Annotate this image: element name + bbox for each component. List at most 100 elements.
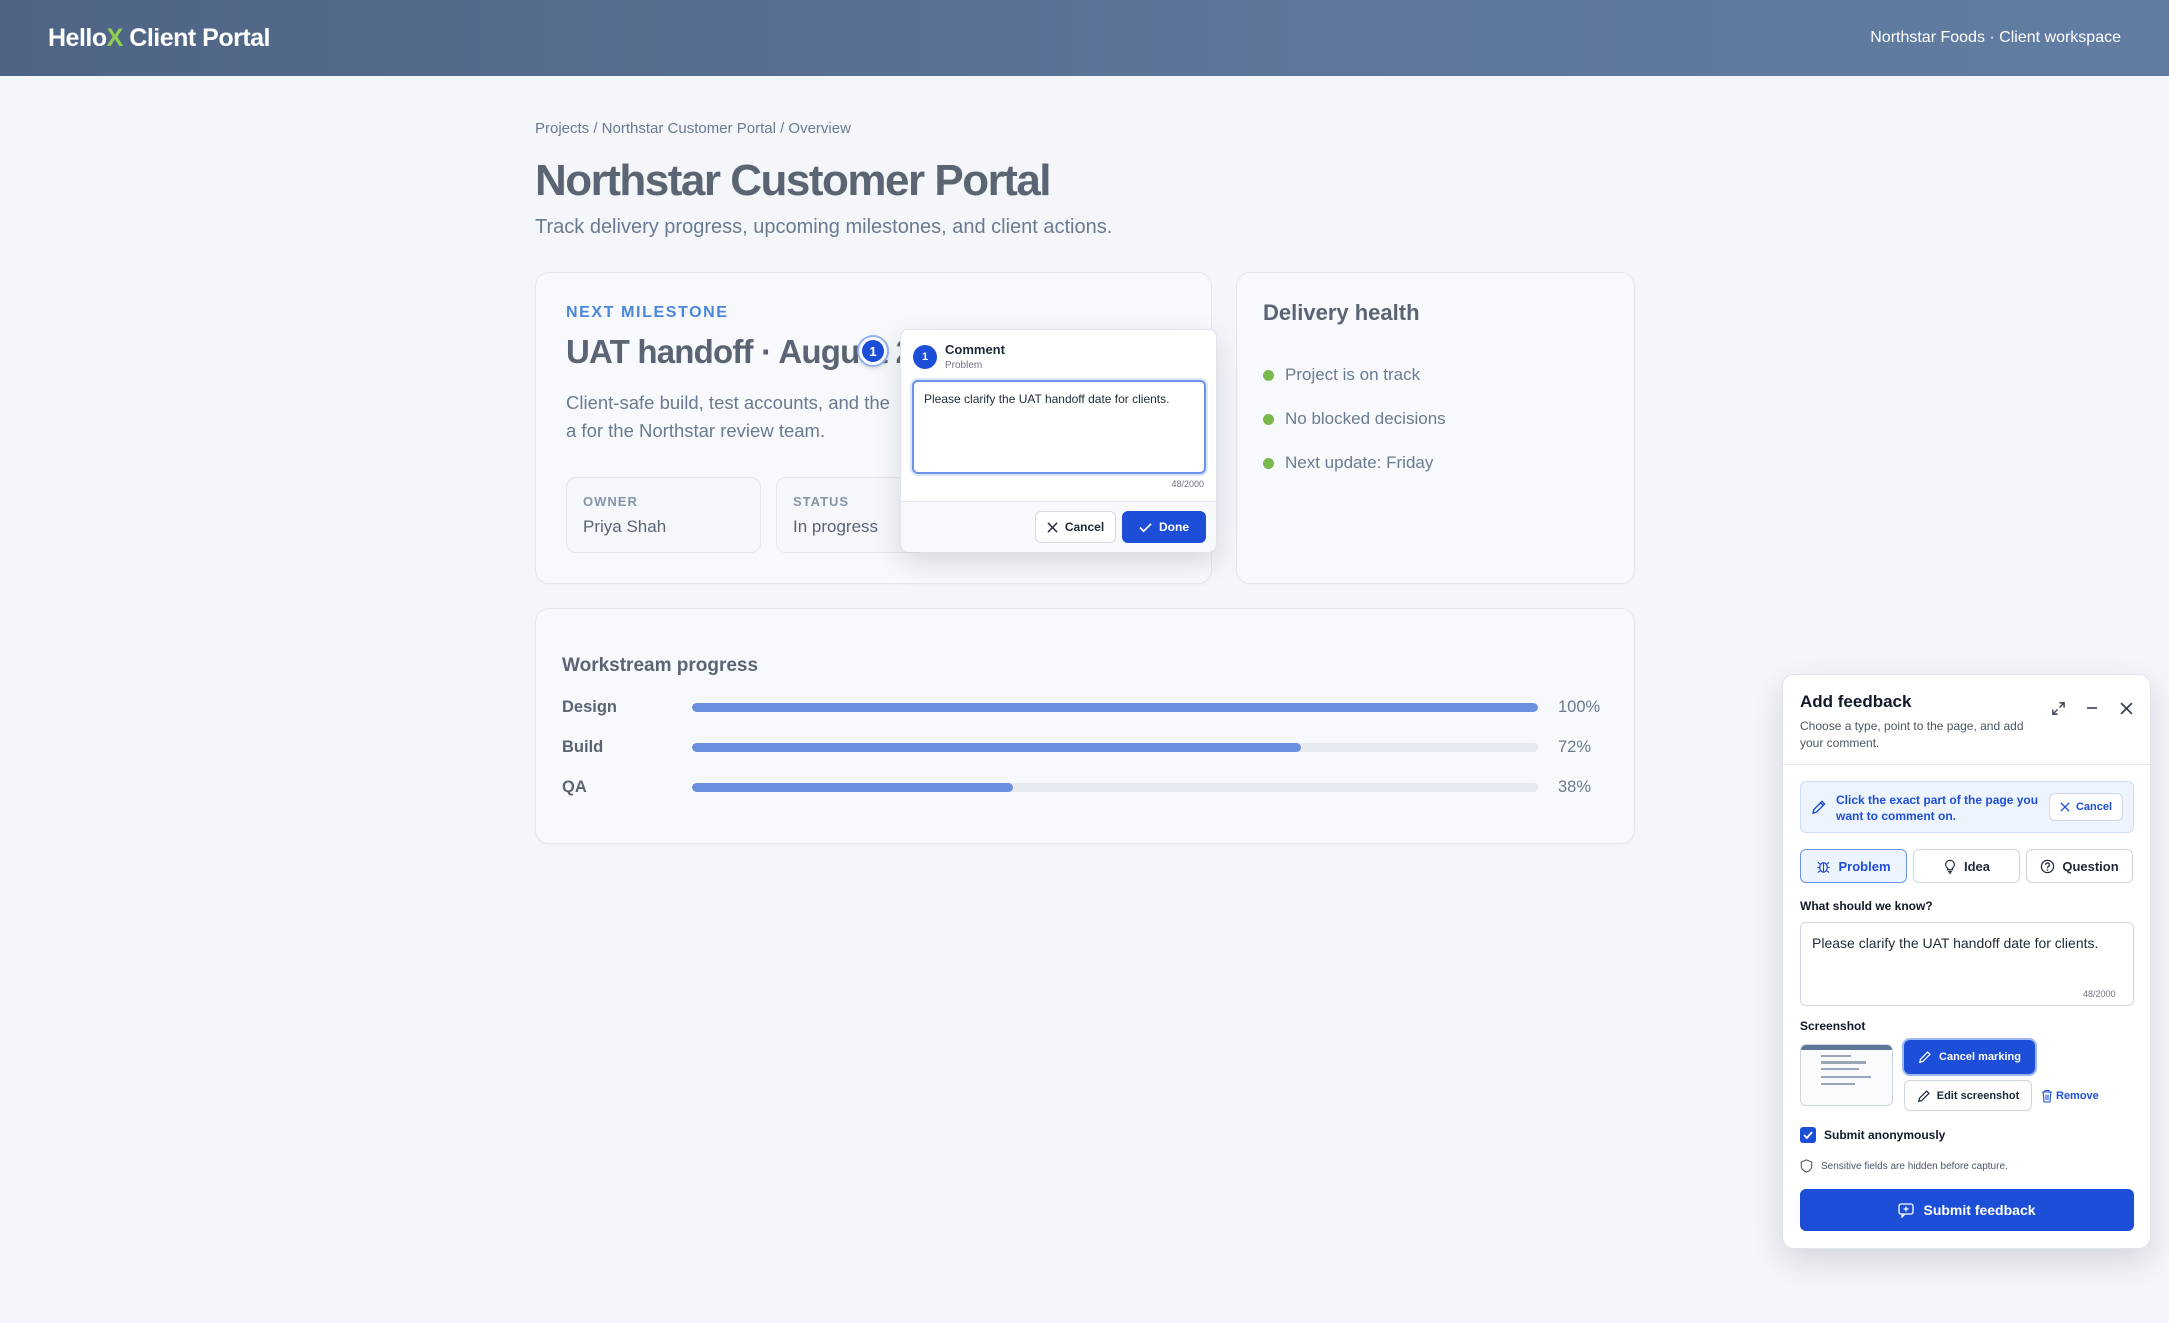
type-label: Question xyxy=(2062,858,2119,874)
remove-screenshot-button[interactable]: Remove xyxy=(2041,1086,2099,1106)
comment-type-label: Problem xyxy=(945,360,983,371)
progress-row-build: Build 72% xyxy=(562,735,1612,759)
comment-popover: 1 Comment Problem Please clarify the UAT… xyxy=(900,329,1217,552)
progress-row-design: Design 100% xyxy=(562,695,1612,719)
status-dot-icon xyxy=(1263,457,1274,469)
thumbnail-line xyxy=(1821,1076,1871,1078)
progress-track xyxy=(692,782,1538,792)
progress-percent: 100% xyxy=(1558,697,1601,716)
type-label: Problem xyxy=(1838,858,1891,874)
marking-hint-text: Click the exact part of the page you wan… xyxy=(1836,793,2039,823)
bug-icon xyxy=(1817,861,1831,873)
pencil-icon xyxy=(1918,1051,1931,1064)
progress-percent: 38% xyxy=(1558,777,1592,796)
close-icon xyxy=(1047,521,1058,533)
thumbnail-line xyxy=(1821,1061,1866,1064)
owner-box: OWNER Priya Shah xyxy=(566,477,761,553)
milestone-description: Client-safe build, test accounts, and th… xyxy=(566,392,890,441)
page-title: Northstar Customer Portal xyxy=(535,156,1052,205)
brand-suffix: Client Portal xyxy=(122,23,270,52)
page-subtitle: Track delivery progress, upcoming milest… xyxy=(535,216,1113,238)
progress-percent: 72% xyxy=(1558,737,1592,756)
trash-icon xyxy=(2042,1089,2052,1103)
health-item: No blocked decisions xyxy=(1263,397,1446,441)
pencil-icon xyxy=(1811,799,1827,820)
progress-track xyxy=(692,742,1538,752)
brand-x: X xyxy=(106,23,124,52)
submit-feedback-label: Submit feedback xyxy=(1923,1202,2036,1218)
brand-prefix: Hello xyxy=(48,23,107,52)
breadcrumb[interactable]: Projects / Northstar Customer Portal / O… xyxy=(535,120,851,137)
health-item-text: Project is on track xyxy=(1285,365,1421,384)
minimize-icon[interactable] xyxy=(2082,698,2102,718)
check-icon xyxy=(1139,522,1152,532)
thumbnail-line xyxy=(1821,1083,1855,1085)
annotation-marker-pin[interactable]: 1 xyxy=(859,337,887,365)
health-item: Project is on track xyxy=(1263,353,1446,397)
owner-label: OWNER xyxy=(583,494,638,509)
hint-cancel-label: Cancel xyxy=(2075,801,2113,813)
anonymous-label: Submit anonymously xyxy=(1824,1128,1946,1142)
progress-label: QA xyxy=(562,777,587,796)
health-item-text: Next update: Friday xyxy=(1285,453,1434,472)
panel-window-controls xyxy=(2048,698,2136,718)
progress-label: Build xyxy=(562,737,604,756)
submit-anonymously-checkbox[interactable]: Submit anonymously xyxy=(1800,1127,1945,1143)
workspace-label: Northstar Foods · Client workspace xyxy=(1870,29,2121,46)
submit-feedback-button[interactable]: Submit feedback xyxy=(1800,1189,2134,1231)
hint-cancel-button[interactable]: Cancel xyxy=(2049,793,2123,821)
delivery-health-title: Delivery health xyxy=(1263,300,1420,325)
progress-fill xyxy=(692,742,1302,752)
health-item-text: No blocked decisions xyxy=(1285,409,1446,428)
type-question-button[interactable]: Question xyxy=(2026,849,2133,883)
message-plus-icon xyxy=(1898,1202,1915,1218)
status-value: In progress xyxy=(793,517,879,536)
comment-number-badge: 1 xyxy=(913,345,937,369)
feedback-field-label: What should we know? xyxy=(1800,899,1933,913)
workstream-progress-title: Workstream progress xyxy=(562,655,759,676)
lightbulb-icon xyxy=(1945,859,1955,874)
milestone-eyebrow: NEXT MILESTONE xyxy=(566,304,729,321)
pencil-icon xyxy=(1917,1089,1930,1102)
feedback-char-count: 48/2000 xyxy=(2083,989,2116,999)
thumbnail-line xyxy=(1821,1068,1859,1070)
question-circle-icon xyxy=(2041,859,2055,873)
feedback-panel-title: Add feedback xyxy=(1800,692,1912,711)
privacy-note: Sensitive fields are hidden before captu… xyxy=(1800,1159,2008,1173)
privacy-note-text: Sensitive fields are hidden before captu… xyxy=(1821,1160,2008,1172)
marking-hint-banner: Click the exact part of the page you wan… xyxy=(1800,781,2134,833)
type-label: Idea xyxy=(1963,858,1990,874)
screenshot-thumbnail[interactable] xyxy=(1800,1044,1893,1106)
expand-icon[interactable] xyxy=(2048,698,2068,718)
cancel-label: Cancel xyxy=(1064,520,1105,534)
panel-divider xyxy=(1783,764,2150,765)
comment-char-count: 48/2000 xyxy=(1171,479,1204,489)
remove-label: Remove xyxy=(2056,1090,2099,1102)
status-label: STATUS xyxy=(793,494,850,509)
health-item: Next update: Friday xyxy=(1263,441,1446,485)
owner-value: Priya Shah xyxy=(583,517,667,536)
add-feedback-panel: Add feedback Choose a type, point to the… xyxy=(1782,674,2151,1249)
screenshot-label: Screenshot xyxy=(1800,1019,1866,1033)
status-dot-icon xyxy=(1263,413,1274,425)
progress-row-qa: QA 38% xyxy=(562,775,1612,799)
comment-textarea[interactable]: Please clarify the UAT handoff date for … xyxy=(912,380,1206,474)
checkbox-checked-icon[interactable] xyxy=(1800,1127,1816,1143)
thumbnail-header xyxy=(1801,1045,1892,1050)
delivery-health-card: Delivery health Project is on track No b… xyxy=(1236,272,1635,584)
close-icon[interactable] xyxy=(2116,698,2136,718)
brand-logo[interactable]: HelloX Client Portal xyxy=(48,23,271,53)
health-list: Project is on track No blocked decisions… xyxy=(1263,353,1446,485)
cancel-marking-label: Cancel marking xyxy=(1939,1051,2021,1063)
edit-screenshot-button[interactable]: Edit screenshot xyxy=(1904,1080,2032,1111)
comment-done-button[interactable]: Done xyxy=(1122,511,1206,543)
progress-fill xyxy=(692,782,1014,792)
comment-popover-title: Comment xyxy=(945,342,1005,357)
type-problem-button[interactable]: Problem xyxy=(1800,849,1907,883)
edit-screenshot-label: Edit screenshot xyxy=(1936,1089,2020,1102)
comment-cancel-button[interactable]: Cancel xyxy=(1035,511,1116,543)
top-bar: HelloX Client Portal Northstar Foods · C… xyxy=(0,0,2169,76)
type-idea-button[interactable]: Idea xyxy=(1913,849,2020,883)
cancel-marking-button[interactable]: Cancel marking xyxy=(1904,1040,2035,1074)
progress-track xyxy=(692,702,1538,712)
